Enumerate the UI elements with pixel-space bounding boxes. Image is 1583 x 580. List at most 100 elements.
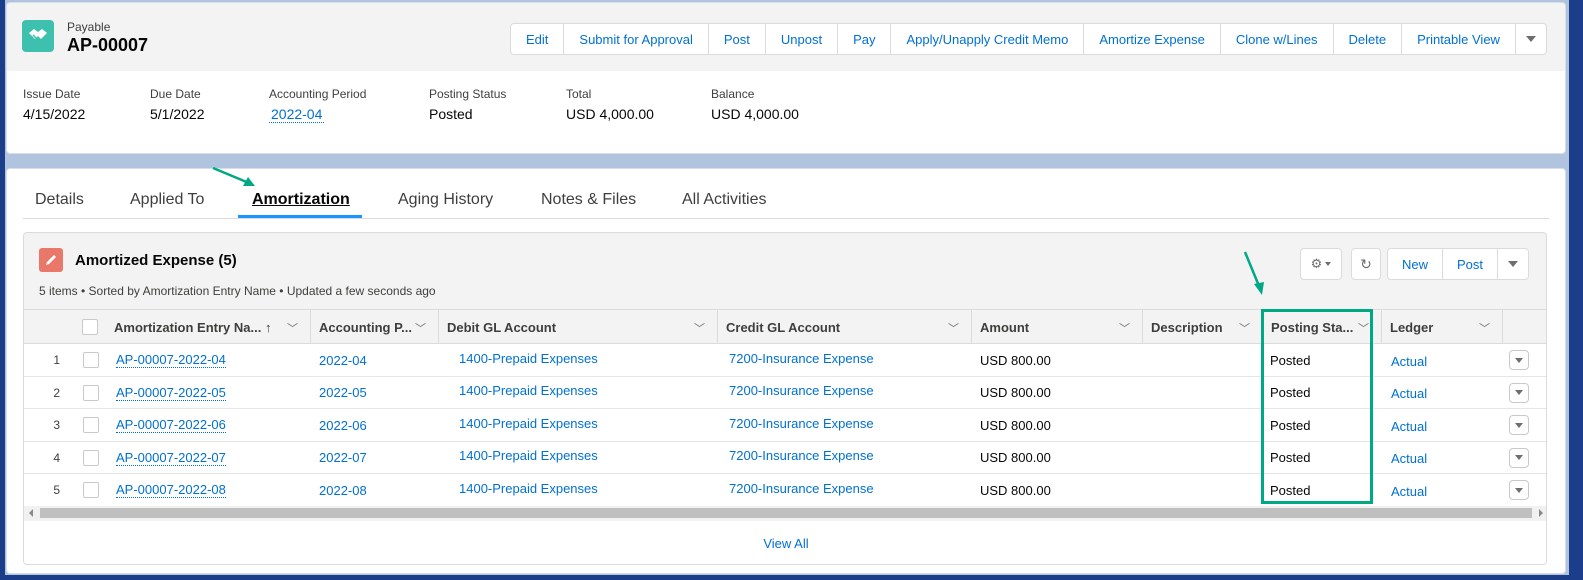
column-header-debit-gl[interactable]: Debit GL Account ﹀ (439, 310, 718, 344)
chevron-down-icon[interactable]: ﹀ (948, 320, 959, 336)
record-name: AP-00007 (67, 35, 149, 55)
column-header-amount[interactable]: Amount ﹀ (972, 310, 1143, 344)
related-more-actions-button[interactable] (1498, 249, 1528, 279)
post-entries-button[interactable]: Post (1443, 249, 1499, 279)
ledger-link[interactable]: Actual (1391, 378, 1427, 410)
chevron-down-icon[interactable]: ﹀ (1239, 320, 1250, 336)
clone-with-lines-button[interactable]: Clone w/Lines (1221, 24, 1334, 54)
row-checkbox[interactable] (83, 482, 99, 498)
more-actions-button[interactable] (1516, 24, 1546, 54)
entry-name-link[interactable]: AP-00007-2022-08 (116, 474, 226, 506)
table-row: 3 AP-00007-2022-06 2022-06 1400-Prepaid Exp… (24, 407, 1546, 442)
debit-gl-account-link[interactable]: 1400-Prepaid Expenses (459, 375, 598, 407)
accounting-period-link[interactable]: 2022-04 (319, 344, 367, 376)
debit-gl-account-link[interactable]: 1400-Prepaid Expenses (459, 407, 598, 439)
field-label: Issue Date (23, 87, 81, 101)
row-checkbox[interactable] (83, 417, 99, 433)
tab-aging-history[interactable]: Aging History (398, 191, 493, 209)
ledger-link[interactable]: Actual (1391, 345, 1427, 377)
scroll-left-icon[interactable] (29, 509, 33, 517)
submit-for-approval-button[interactable]: Submit for Approval (564, 24, 709, 54)
entry-name-link[interactable]: AP-00007-2022-04 (116, 344, 226, 376)
caret-down-icon (1515, 390, 1523, 395)
entry-name-link[interactable]: AP-00007-2022-07 (116, 442, 226, 474)
unpost-button[interactable]: Unpost (766, 24, 839, 54)
debit-gl-account-link[interactable]: 1400-Prepaid Expenses (459, 342, 598, 374)
chevron-down-icon[interactable]: ﹀ (694, 320, 705, 336)
select-all-cell (76, 310, 106, 344)
ledger-link[interactable]: Actual (1391, 410, 1427, 442)
row-actions-button[interactable] (1509, 447, 1529, 468)
refresh-button[interactable]: ↻ (1351, 248, 1381, 280)
amortize-expense-button[interactable]: Amortize Expense (1084, 24, 1221, 54)
accounting-period-link[interactable]: 2022-08 (319, 474, 367, 506)
column-header-posting-status[interactable]: Posting Sta... ﹀ (1263, 310, 1382, 344)
debit-gl-account-link[interactable]: 1400-Prepaid Expenses (459, 440, 598, 472)
credit-gl-account-link[interactable]: 7200-Insurance Expense (729, 440, 874, 472)
credit-gl-account-link[interactable]: 7200-Insurance Expense (729, 472, 874, 504)
tab-all-activities[interactable]: All Activities (682, 191, 766, 209)
row-actions-cell (1509, 344, 1529, 376)
record-highlights: Payable AP-00007 Edit Submit for Approva… (7, 3, 1565, 71)
list-settings-button[interactable]: ⚙ (1300, 248, 1342, 280)
pencil-icon (39, 248, 63, 272)
accounting-period-link[interactable]: 2022-04 (269, 106, 325, 123)
credit-gl-account-link[interactable]: 7200-Insurance Expense (729, 342, 874, 374)
column-label: Description (1151, 319, 1223, 335)
scroll-right-icon[interactable] (1539, 509, 1543, 517)
accounting-period-link[interactable]: 2022-06 (319, 409, 367, 441)
apply-unapply-credit-memo-button[interactable]: Apply/Unapply Credit Memo (891, 24, 1085, 54)
column-header-ledger[interactable]: Ledger ﹀ (1382, 310, 1503, 344)
tab-applied-to[interactable]: Applied To (130, 191, 204, 209)
delete-button[interactable]: Delete (1334, 24, 1403, 54)
chevron-down-icon[interactable]: ﹀ (287, 320, 298, 336)
pay-button[interactable]: Pay (838, 24, 892, 54)
entry-name-link[interactable]: AP-00007-2022-06 (116, 409, 226, 441)
printable-view-button[interactable]: Printable View (1402, 24, 1516, 54)
row-actions-button[interactable] (1509, 382, 1529, 403)
credit-gl-account-link[interactable]: 7200-Insurance Expense (729, 375, 874, 407)
column-header-credit-gl[interactable]: Credit GL Account ﹀ (718, 310, 972, 344)
tab-details[interactable]: Details (35, 191, 84, 209)
chevron-down-icon[interactable]: ﹀ (1479, 320, 1490, 336)
tab-amortization[interactable]: Amortization (252, 191, 350, 209)
accounting-period-link[interactable]: 2022-07 (319, 442, 367, 474)
credit-gl-account-link[interactable]: 7200-Insurance Expense (729, 407, 874, 439)
row-actions-button[interactable] (1509, 415, 1529, 435)
view-all-link[interactable]: View All (24, 520, 1546, 564)
table-row: 4 AP-00007-2022-07 2022-07 1400-Prepaid Exp… (24, 440, 1546, 475)
select-all-checkbox[interactable] (82, 319, 98, 335)
row-checkbox[interactable] (83, 352, 99, 368)
chevron-down-icon[interactable]: ﹀ (415, 320, 426, 336)
table-row: 5 AP-00007-2022-08 2022-08 1400-Prepaid Exp… (24, 472, 1546, 507)
row-checkbox[interactable] (83, 384, 99, 401)
table-row: 1 AP-00007-2022-04 2022-04 1400-Prepaid Exp… (24, 342, 1546, 377)
post-button[interactable]: Post (709, 24, 766, 54)
scrollbar-thumb[interactable] (40, 508, 1532, 518)
field-due-date: Due Date 5/1/2022 (150, 87, 205, 122)
ledger-link[interactable]: Actual (1391, 475, 1427, 507)
debit-gl-account-link[interactable]: 1400-Prepaid Expenses (459, 472, 598, 504)
tab-notes-files[interactable]: Notes & Files (541, 191, 636, 209)
column-label: Accounting P... (319, 319, 412, 335)
chevron-down-icon[interactable]: ﹀ (1358, 320, 1369, 336)
column-header-entry-name[interactable]: Amortization Entry Na... ↑ ﹀ (106, 310, 311, 344)
column-header-description[interactable]: Description ﹀ (1143, 310, 1263, 344)
amount-value: USD 800.00 (980, 450, 1051, 465)
edit-button[interactable]: Edit (511, 24, 565, 54)
column-header-accounting-period[interactable]: Accounting P... ﹀ (311, 310, 439, 344)
chevron-down-icon[interactable]: ﹀ (1119, 320, 1130, 336)
entry-name: AP-00007-2022-07 (116, 449, 226, 466)
related-list-title[interactable]: Amortized Expense (5) (75, 252, 237, 269)
new-button[interactable]: New (1388, 249, 1444, 279)
horizontal-scrollbar[interactable] (24, 506, 1546, 520)
ledger-link[interactable]: Actual (1391, 443, 1427, 475)
entry-name-link[interactable]: AP-00007-2022-05 (116, 377, 226, 409)
field-label: Due Date (150, 87, 201, 101)
window-frame-left (0, 0, 5, 580)
field-label: Accounting Period (269, 87, 367, 101)
row-actions-button[interactable] (1509, 480, 1529, 500)
row-checkbox[interactable] (83, 449, 99, 466)
row-actions-button[interactable] (1509, 350, 1529, 370)
accounting-period-link[interactable]: 2022-05 (319, 377, 367, 409)
